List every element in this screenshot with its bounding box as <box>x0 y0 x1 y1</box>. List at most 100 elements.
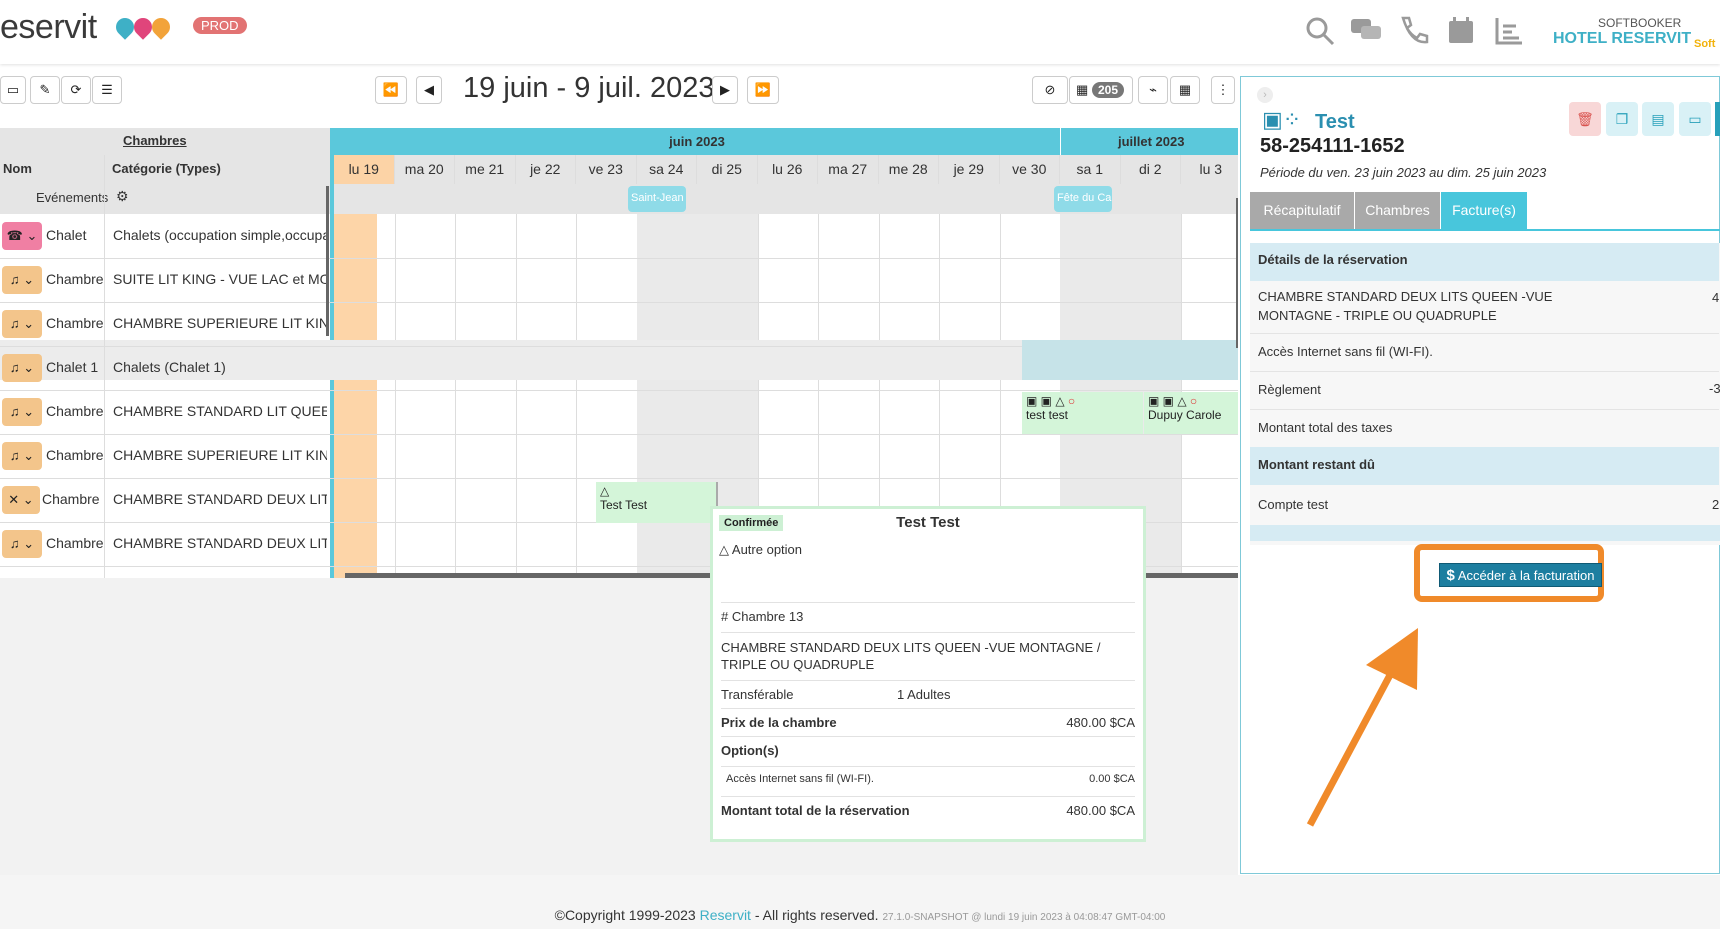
calendar-grid-button[interactable]: ▦ <box>1170 76 1200 104</box>
day-header-cell[interactable]: ve 23 <box>576 155 637 184</box>
selected-range <box>1022 340 1238 380</box>
booking-block[interactable]: △ Test Test <box>596 482 718 523</box>
day-header-cell[interactable]: lu 26 <box>757 155 818 184</box>
day-header-cell[interactable]: di 2 <box>1120 155 1181 184</box>
panel-edge-button[interactable] <box>1715 102 1720 136</box>
refresh-button[interactable]: ⟳ <box>61 76 91 104</box>
annotation-arrow-icon <box>1306 628 1418 827</box>
rooms-header-link[interactable]: Chambres <box>123 133 187 148</box>
adults-count: 1 Adultes <box>897 687 951 702</box>
more-button[interactable]: ⋮ <box>1211 76 1235 104</box>
report-icon[interactable] <box>1492 14 1526 48</box>
tab-summary[interactable]: Récapitulatif <box>1250 192 1354 229</box>
room-status-icon[interactable]: ♫ ⌄ <box>2 398 42 426</box>
day-header-cell[interactable]: ve 30 <box>999 155 1060 184</box>
grid-column-line <box>394 214 396 578</box>
tag-button[interactable]: ⌁ <box>1138 76 1168 104</box>
guest-name[interactable]: Test <box>1315 111 1355 134</box>
app-logo[interactable]: eservit <box>0 8 97 47</box>
room-name[interactable]: Chambre <box>46 315 104 331</box>
remaining-header: Montant restant dû <box>1250 447 1719 485</box>
room-status-icon[interactable]: ♫ ⌄ <box>2 530 42 558</box>
search-icon[interactable] <box>1303 14 1337 48</box>
day-header-cell[interactable]: sa 1 <box>1060 155 1121 184</box>
edit-button[interactable]: ✎ <box>30 76 60 104</box>
room-name[interactable]: Chalet <box>46 227 86 243</box>
billing-button[interactable]: $ Accéder à la facturation <box>1439 563 1602 587</box>
filter-button[interactable]: ☰ <box>92 76 122 104</box>
booking-block[interactable]: ▣ ▣ △ ○ Dupuy Carole <box>1144 392 1238 434</box>
day-header-cell[interactable]: ma 20 <box>394 155 455 184</box>
day-header-cell[interactable]: lu 3 <box>1181 155 1238 184</box>
room-name[interactable]: Chambre <box>46 447 104 463</box>
logo-pin-icon <box>148 14 174 40</box>
edit-icon: ✎ <box>39 82 51 97</box>
vertical-scrollbar[interactable] <box>326 186 329 336</box>
copy-button[interactable]: ❐ <box>1606 102 1638 136</box>
prev-icon: ◀ <box>424 82 434 97</box>
copyright: ©Copyright 1999-2023 <box>554 907 696 923</box>
delete-button[interactable]: 🗑 <box>1569 102 1601 136</box>
fast-forward-button[interactable]: ⏩ <box>747 76 779 104</box>
gear-icon[interactable]: ⚙ <box>116 188 129 205</box>
room-name[interactable]: Chambre <box>42 491 100 507</box>
footer: ©Copyright 1999-2023 Reservit - All righ… <box>0 875 1720 929</box>
card-button[interactable]: ▭ <box>1679 102 1711 136</box>
day-header-cell[interactable]: lu 19 <box>334 155 395 184</box>
room-name[interactable]: Chambre <box>46 271 104 287</box>
prev-button[interactable]: ◀ <box>416 76 442 104</box>
day-header-cell[interactable]: me 21 <box>455 155 516 184</box>
collapse-icon[interactable]: › <box>1257 87 1273 103</box>
phone-icon[interactable] <box>1397 14 1431 48</box>
next-button[interactable]: ▶ <box>712 76 738 104</box>
popup-option: △ Autre option <box>719 542 802 558</box>
room-status-icon[interactable]: ♫ ⌄ <box>2 442 42 470</box>
tab-rooms[interactable]: Chambres <box>1355 192 1440 229</box>
hotel-name[interactable]: HOTEL RESERVIT <box>1553 30 1691 48</box>
fast-forward-icon: ⏩ <box>754 82 772 97</box>
hide-button[interactable]: ⊘ <box>1032 76 1068 104</box>
booking-block[interactable]: ▣ ▣ △ ○ test test <box>1022 392 1143 434</box>
col-name-header[interactable]: Nom <box>3 161 32 176</box>
room-name[interactable]: Chalet 1 <box>46 359 98 375</box>
total-value: 480.00 $CA <box>1066 803 1135 818</box>
room-status-icon[interactable]: ♫ ⌄ <box>2 354 42 382</box>
detail-wifi: Accès Internet sans fil (WI-FI). <box>1250 333 1719 371</box>
room-name[interactable]: Chambre <box>46 403 104 419</box>
room-name[interactable]: Chambre <box>46 535 104 551</box>
booking-guest: Dupuy Carole <box>1148 408 1222 422</box>
day-header-cell[interactable]: je 22 <box>515 155 576 184</box>
transfer-label: Transférable <box>721 687 794 702</box>
top-bar: eservit PROD SOFTBOOKER HOTEL RESERVIT S… <box>0 0 1720 64</box>
room-category: CHAMBRE SUPERIEURE LIT KING - <box>113 315 327 331</box>
day-header-cell[interactable]: ma 27 <box>818 155 879 184</box>
detail-room: CHAMBRE STANDARD DEUX LITS QUEEN -VUE MO… <box>1258 289 1553 323</box>
popup-transfer-row: Transférable 1 Adultes <box>721 680 1135 708</box>
document-button[interactable]: ▤ <box>1642 102 1674 136</box>
fast-back-button[interactable]: ⏪ <box>375 76 407 104</box>
event-tag[interactable]: Fête du Ca <box>1054 186 1112 212</box>
chat-icon[interactable] <box>1349 14 1383 48</box>
day-header-cell[interactable]: me 28 <box>878 155 939 184</box>
day-header-cell[interactable]: di 25 <box>697 155 758 184</box>
contact-card-icon: ▣⁘ <box>1262 107 1302 132</box>
col-category-header[interactable]: Catégorie (Types) <box>112 161 221 176</box>
calendar-grid-icon: ▦ <box>1178 82 1192 97</box>
detail-account: Compte test <box>1258 497 1329 512</box>
footer-text: ©Copyright 1999-2023 Reservit - All righ… <box>0 875 1720 923</box>
tab-invoices[interactable]: Facture(s) <box>1441 192 1527 229</box>
room-status-icon[interactable]: ♫ ⌄ <box>2 310 42 338</box>
room-status-icon[interactable]: ✕ ⌄ <box>2 486 40 514</box>
footer-brand-link[interactable]: Reservit <box>700 907 751 923</box>
chalet-status-icon[interactable]: ☎ ⌄ <box>2 222 42 250</box>
room-status-icon[interactable]: ♫ ⌄ <box>2 266 42 294</box>
calendar-icon[interactable] <box>1444 14 1478 48</box>
version: 27.1.0-SNAPSHOT @ lundi 19 juin 2023 à 0… <box>882 912 1166 923</box>
day-header-cell[interactable]: sa 24 <box>636 155 697 184</box>
vertical-scrollbar[interactable] <box>1236 198 1238 348</box>
day-header-cell[interactable]: je 29 <box>939 155 1000 184</box>
popup-option-text: Autre option <box>731 542 803 557</box>
event-tag[interactable]: Saint-Jean <box>628 186 686 212</box>
grid-column-line <box>576 214 577 578</box>
calendar-toggle-button[interactable]: ▭ <box>0 76 26 104</box>
